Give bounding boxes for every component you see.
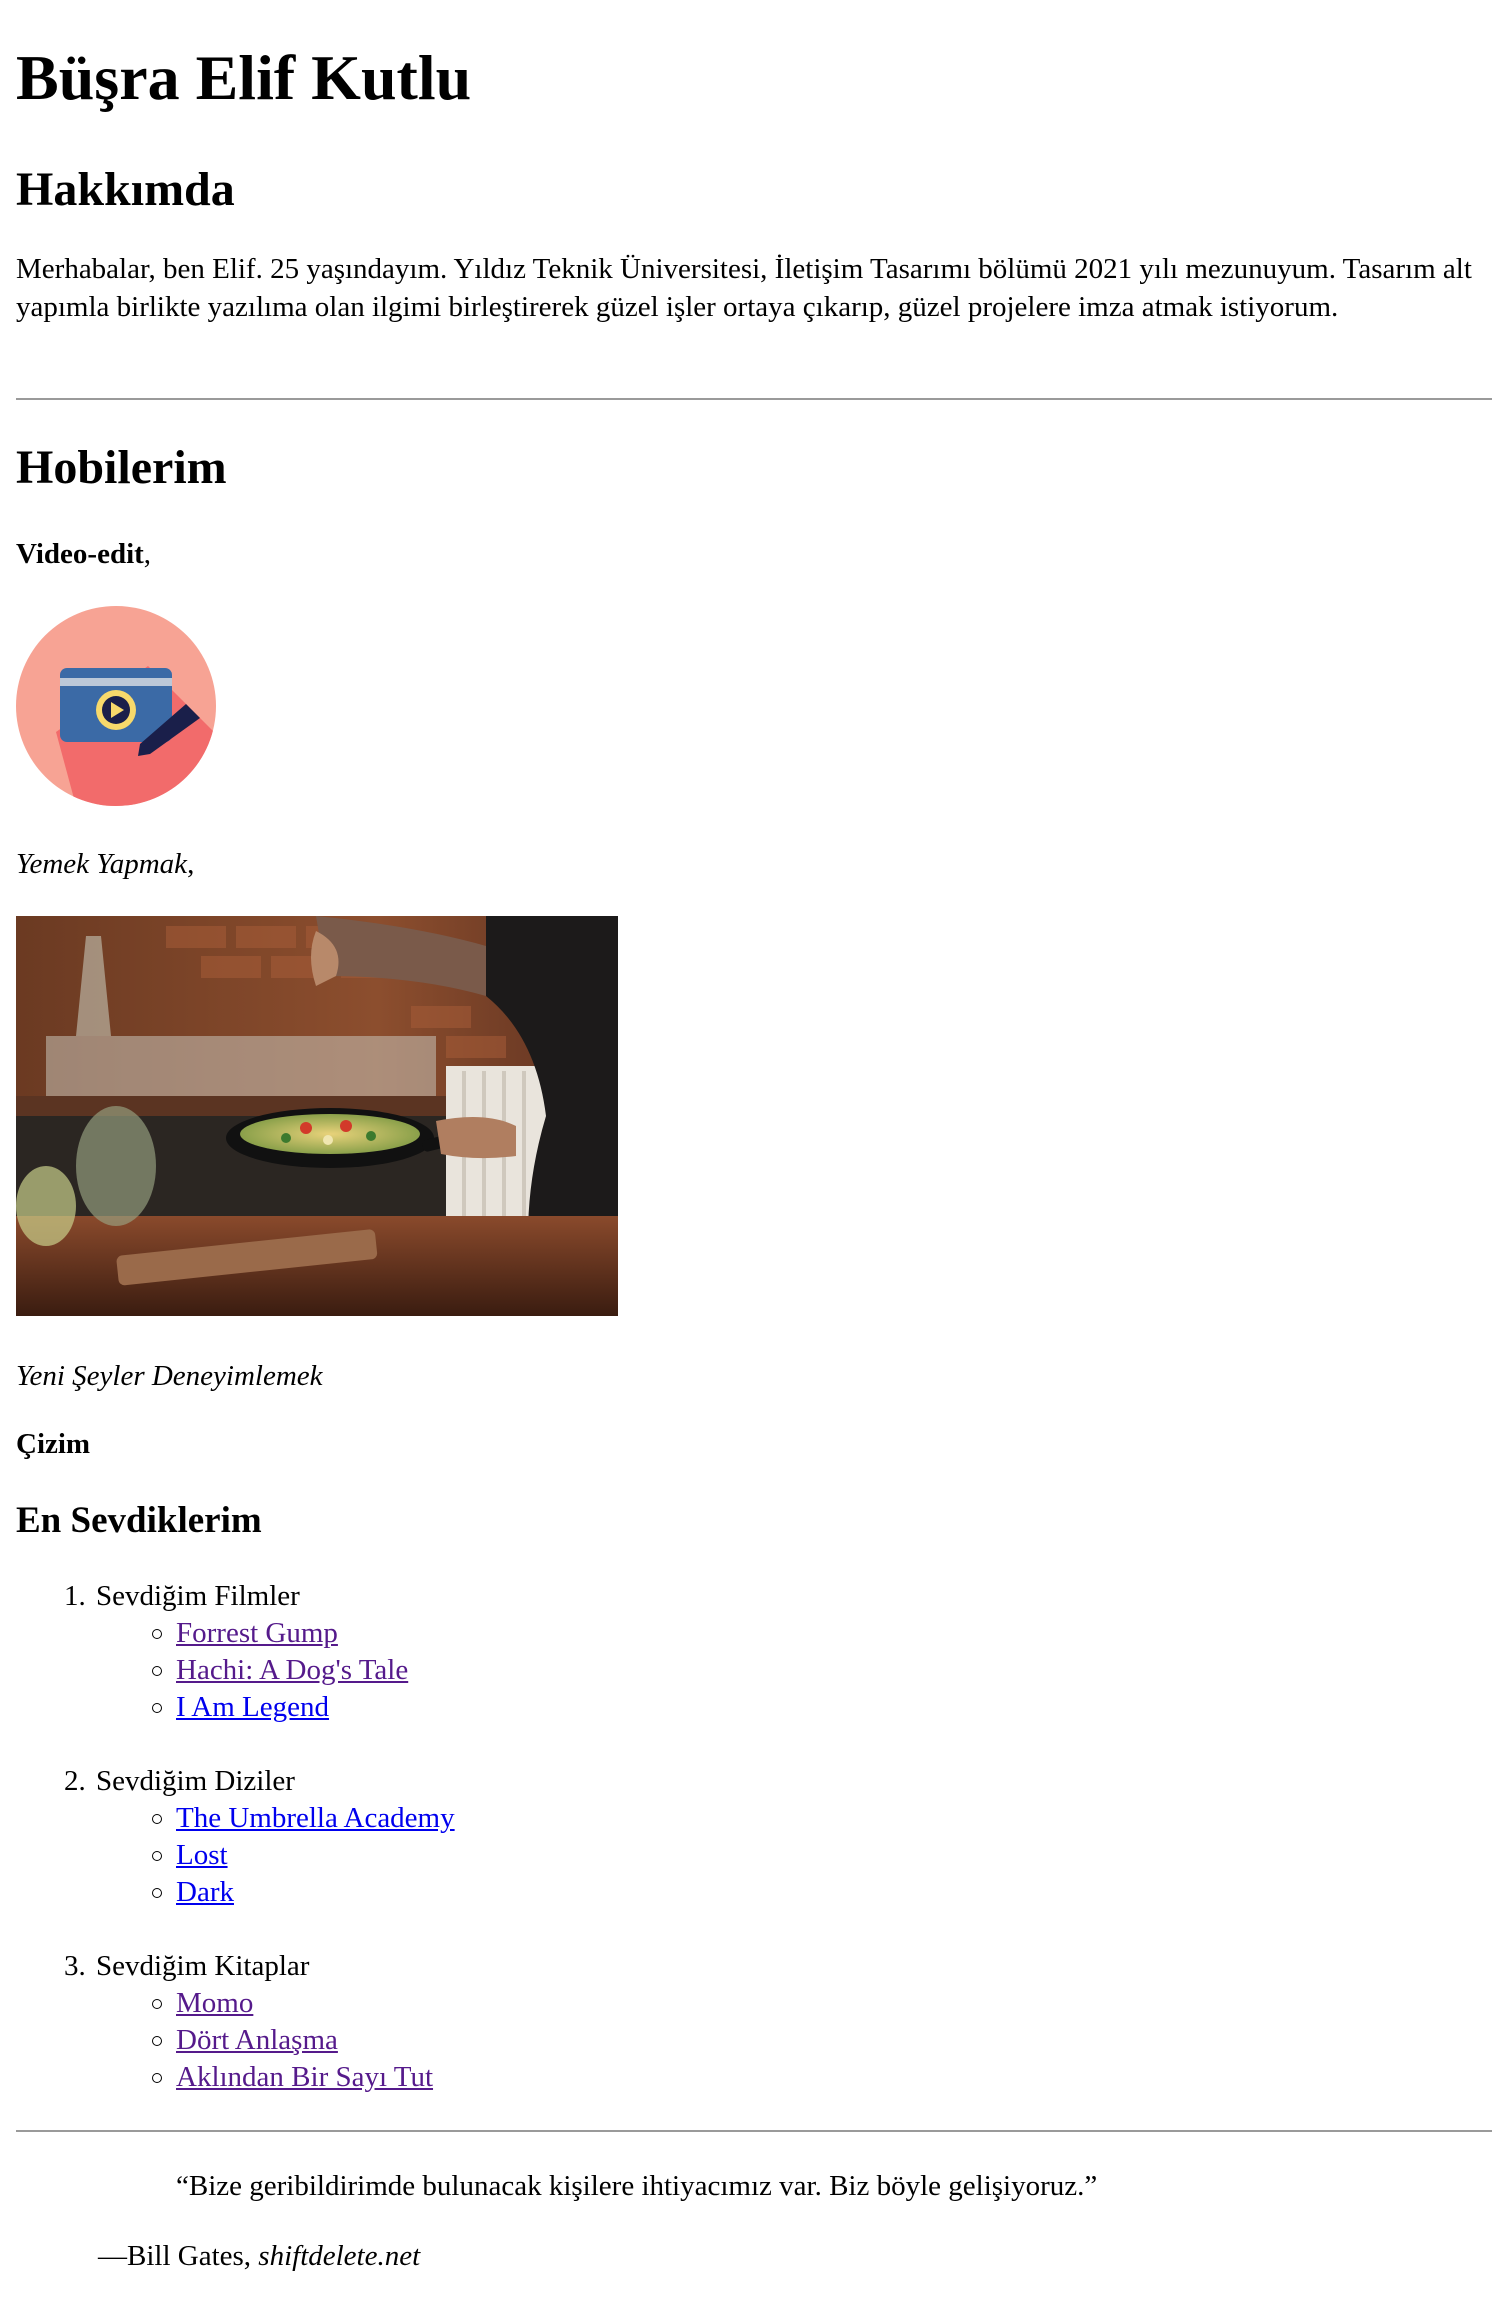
page-title: Büşra Elif Kutlu	[16, 42, 472, 113]
bullet-icon	[152, 1999, 162, 2009]
hobby-cooking: Yemek Yapmak,	[16, 844, 194, 884]
link-forrest-gump[interactable]: Forrest Gump	[176, 1617, 338, 1649]
list-title: Sevdiğim Kitaplar	[96, 1950, 310, 1982]
link-momo[interactable]: Momo	[176, 1987, 253, 2019]
link-lost[interactable]: Lost	[176, 1839, 228, 1871]
list-item: Momo	[64, 1985, 433, 2022]
list-number: 3.	[64, 1950, 86, 1982]
list-number: 1.	[64, 1580, 86, 1612]
quote-text: “Bize geribildirimde bulunacak kişilere …	[176, 2170, 1098, 2202]
comma: ,	[143, 538, 152, 570]
bullet-icon	[152, 2036, 162, 2046]
hobby-cooking-label: Yemek Yapmak	[16, 848, 188, 880]
quote-author: Bill Gates	[127, 2240, 244, 2272]
quote-separator: ,	[243, 2240, 259, 2272]
favorites-group-title: 3. Sevdiğim Kitaplar	[64, 1948, 433, 1985]
link-dark[interactable]: Dark	[176, 1876, 234, 1908]
favorites-group-title: 1. Sevdiğim Filmler	[64, 1578, 408, 1615]
quote-source: shiftdelete.net	[258, 2240, 421, 2272]
favorites-group-movies: 1. Sevdiğim Filmler Forrest Gump Hachi: A…	[64, 1578, 408, 1726]
list-item: Forrest Gump	[64, 1615, 408, 1652]
hobby-new-things: Yeni Şeyler Deneyimlemek	[16, 1356, 323, 1396]
hobby-drawing-label: Çizim	[16, 1428, 91, 1460]
bullet-icon	[152, 1703, 162, 1713]
divider	[16, 398, 1492, 400]
bullet-icon	[152, 1814, 162, 1824]
link-dort-anlasma[interactable]: Dört Anlaşma	[176, 2024, 338, 2056]
hobby-new-things-label: Yeni Şeyler Deneyimlemek	[16, 1360, 323, 1392]
link-i-am-legend[interactable]: I Am Legend	[176, 1691, 329, 1723]
comma: ,	[187, 848, 195, 880]
list-number: 2.	[64, 1765, 86, 1797]
bullet-icon	[152, 1888, 162, 1898]
list-item: Dört Anlaşma	[64, 2022, 433, 2059]
favorites-group-title: 2. Sevdiğim Diziler	[64, 1763, 455, 1800]
link-aklindan-bir-sayi-tut[interactable]: Aklından Bir Sayı Tut	[176, 2061, 433, 2093]
hobby-video-edit: Video-edit,	[16, 534, 151, 574]
bullet-icon	[152, 1666, 162, 1676]
list-item: The Umbrella Academy	[64, 1800, 455, 1837]
list-item: Hachi: A Dog's Tale	[64, 1652, 408, 1689]
bullet-icon	[152, 1851, 162, 1861]
list-item: Aklından Bir Sayı Tut	[64, 2059, 433, 2096]
quote-dash: —	[98, 2240, 127, 2272]
favorites-group-series: 2. Sevdiğim Diziler The Umbrella Academy …	[64, 1763, 455, 1911]
about-heading: Hakkımda	[16, 163, 235, 216]
list-item: I Am Legend	[64, 1689, 408, 1726]
link-umbrella-academy[interactable]: The Umbrella Academy	[176, 1802, 455, 1834]
list-title: Sevdiğim Diziler	[96, 1765, 295, 1797]
list-item: Lost	[64, 1837, 455, 1874]
link-hachi[interactable]: Hachi: A Dog's Tale	[176, 1654, 408, 1686]
favorites-heading: En Sevdiklerim	[16, 1500, 262, 1541]
hobbies-heading: Hobilerim	[16, 441, 227, 494]
cooking-photo	[16, 916, 618, 1316]
favorites-group-books: 3. Sevdiğim Kitaplar Momo Dört Anlaşma Ak…	[64, 1948, 433, 2096]
list-item: Dark	[64, 1874, 455, 1911]
divider	[16, 2130, 1492, 2132]
bullet-icon	[152, 2073, 162, 2083]
bullet-icon	[152, 1629, 162, 1639]
quote-citation: —Bill Gates, shiftdelete.net	[98, 2236, 420, 2276]
hobby-drawing: Çizim	[16, 1424, 90, 1464]
about-text: Merhabalar, ben Elif. 25 yaşındayım. Yıl…	[16, 253, 1472, 323]
hobby-video-edit-label: Video-edit	[16, 538, 144, 570]
video-edit-icon	[16, 606, 216, 806]
list-title: Sevdiğim Filmler	[96, 1580, 300, 1612]
